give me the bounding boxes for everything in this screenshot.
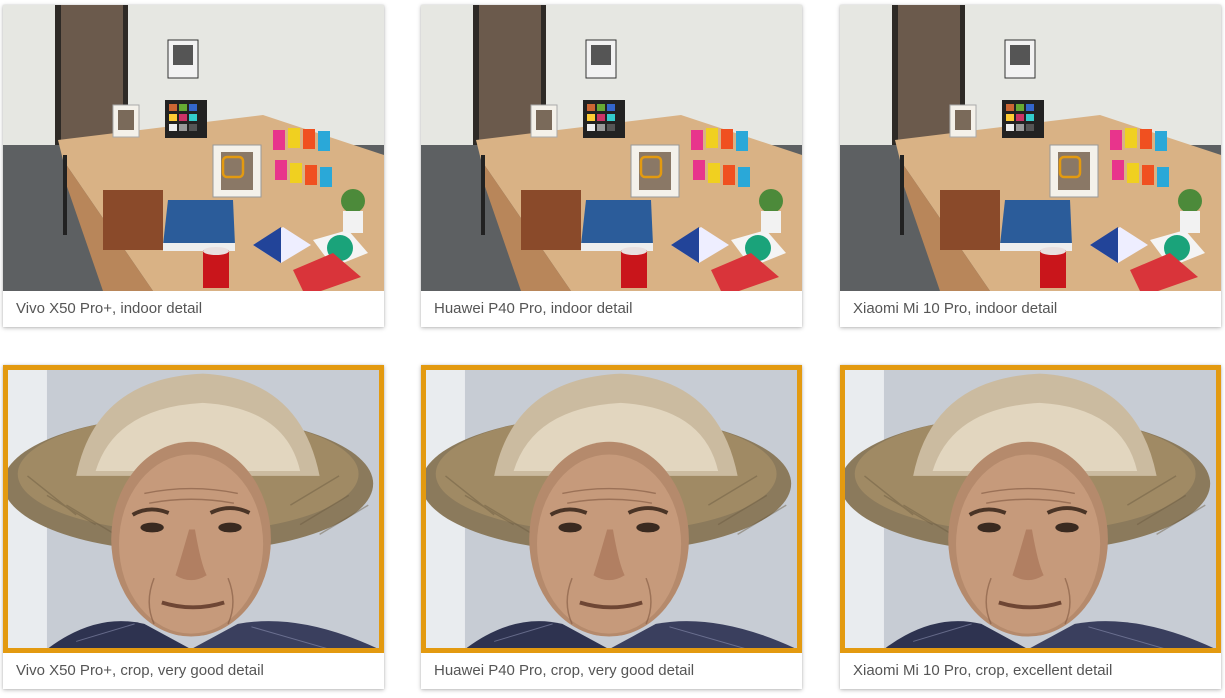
gallery-card-huawei-indoor[interactable]: Huawei P40 Pro, indoor detail: [421, 5, 802, 327]
card-caption: Xiaomi Mi 10 Pro, indoor detail: [853, 300, 1058, 317]
portrait-crop-photo[interactable]: [421, 365, 802, 653]
gallery-card-xiaomi-crop[interactable]: Xiaomi Mi 10 Pro, crop, excellent detail: [840, 365, 1221, 689]
indoor-scene-photo[interactable]: [3, 5, 384, 291]
card-caption: Vivo X50 Pro+, crop, very good detail: [16, 662, 264, 679]
card-caption: Huawei P40 Pro, indoor detail: [434, 300, 633, 317]
gallery-card-xiaomi-indoor[interactable]: Xiaomi Mi 10 Pro, indoor detail: [840, 5, 1221, 327]
portrait-crop-photo[interactable]: [840, 365, 1221, 653]
gallery-card-vivo-indoor[interactable]: Vivo X50 Pro+, indoor detail: [3, 5, 384, 327]
gallery-card-huawei-crop[interactable]: Huawei P40 Pro, crop, very good detail: [421, 365, 802, 689]
card-caption: Huawei P40 Pro, crop, very good detail: [434, 662, 695, 679]
card-caption: Xiaomi Mi 10 Pro, crop, excellent detail: [853, 662, 1113, 679]
portrait-crop-photo[interactable]: [3, 365, 384, 653]
indoor-scene-photo[interactable]: [840, 5, 1221, 291]
gallery-card-vivo-crop[interactable]: Vivo X50 Pro+, crop, very good detail: [3, 365, 384, 689]
card-caption: Vivo X50 Pro+, indoor detail: [16, 300, 203, 317]
indoor-scene-photo[interactable]: [421, 5, 802, 291]
